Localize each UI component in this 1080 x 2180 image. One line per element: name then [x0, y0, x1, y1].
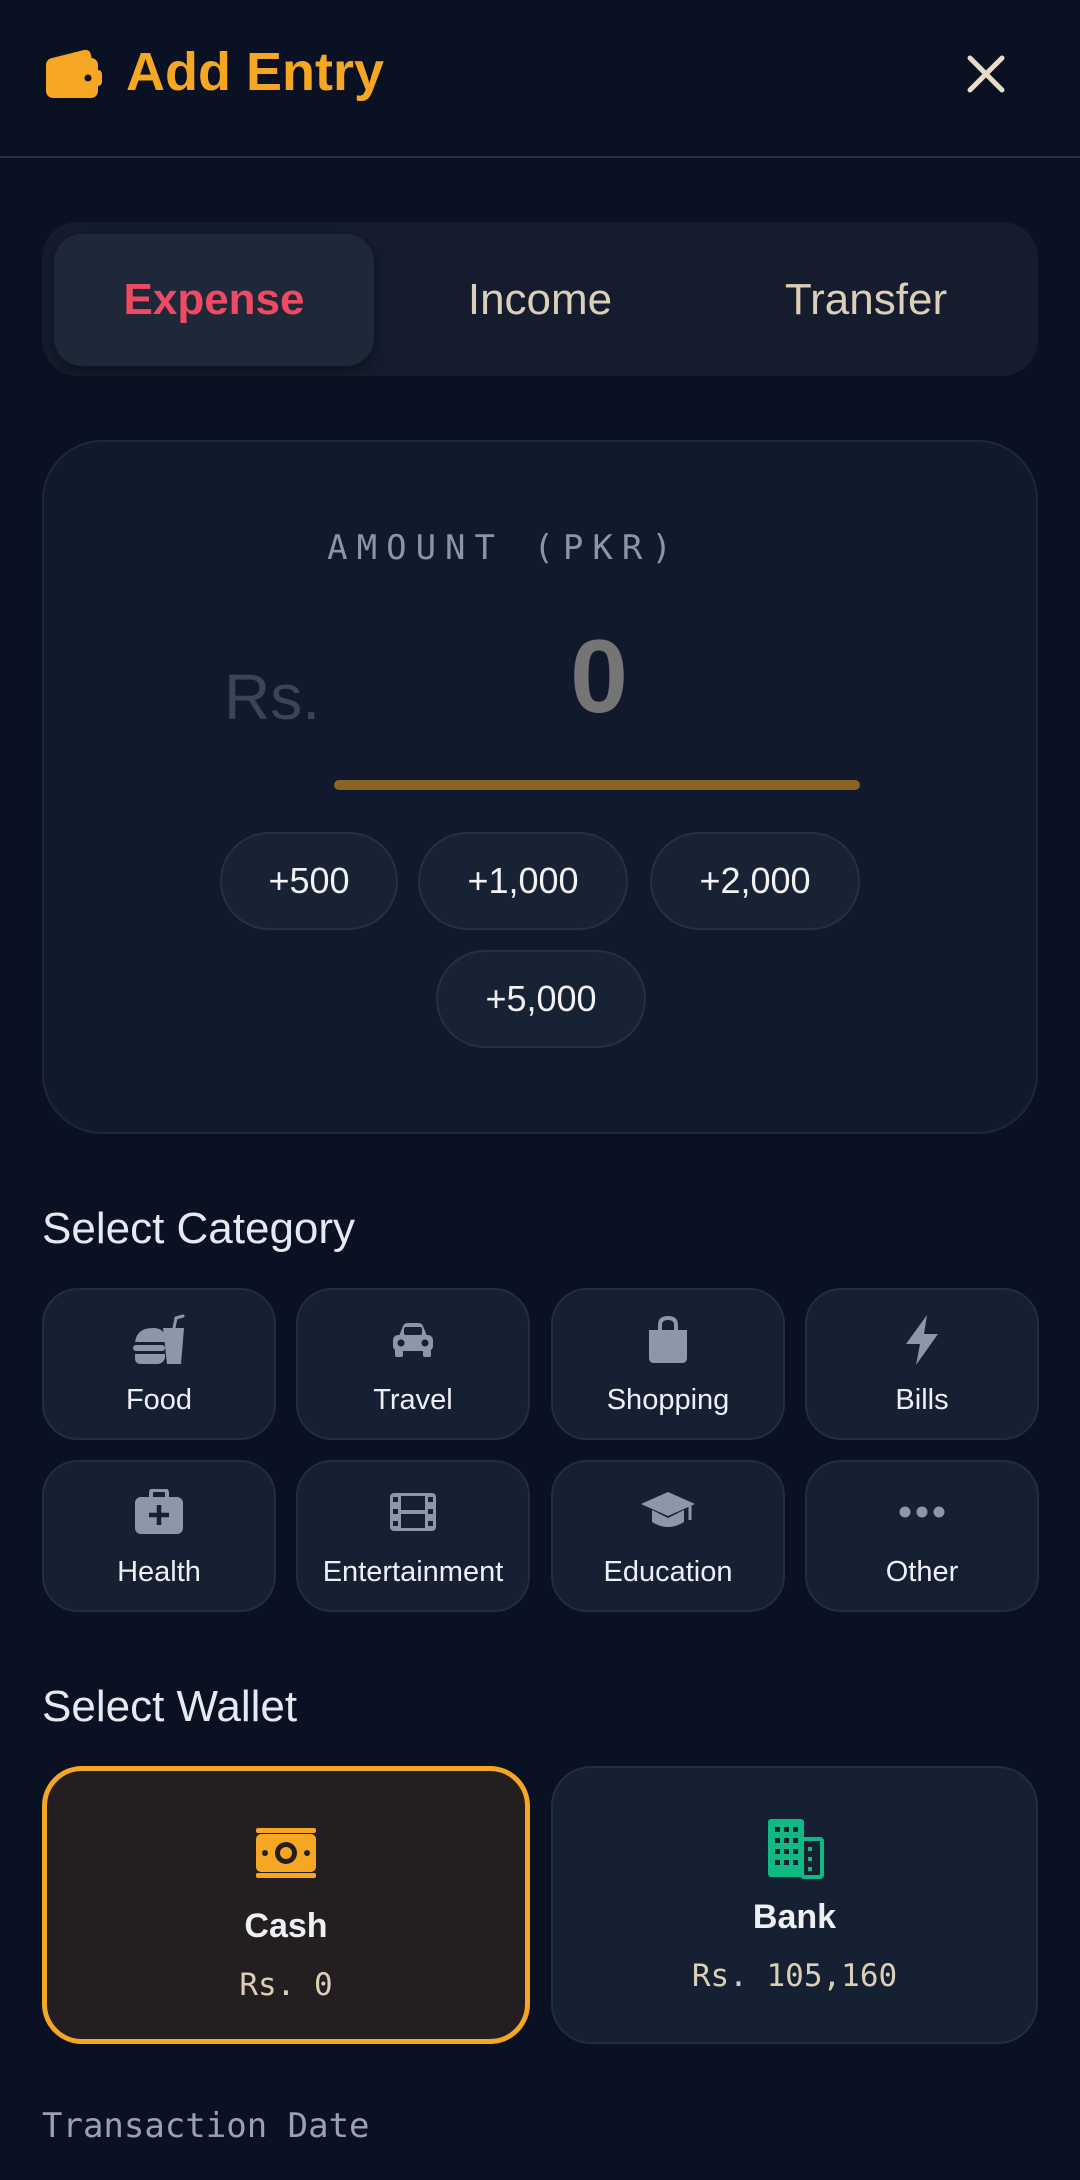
graduation-cap-icon — [553, 1484, 783, 1540]
burger-soda-icon — [44, 1312, 274, 1368]
currency-prefix: Rs. — [224, 661, 320, 733]
category-label: Travel — [373, 1384, 453, 1416]
category-label: Bills — [895, 1384, 949, 1416]
wallet-icon — [44, 48, 102, 100]
category-label: Entertainment — [322, 1556, 504, 1588]
wallet-bank[interactable]: Bank Rs. 105,160 — [551, 1766, 1038, 2044]
category-other[interactable]: Other — [805, 1460, 1039, 1612]
money-bill-icon — [47, 1821, 525, 1885]
category-shopping[interactable]: Shopping — [551, 1288, 785, 1440]
entry-type-tabs: Expense Income Transfer — [42, 222, 1038, 376]
bolt-icon — [807, 1312, 1037, 1368]
category-label: Food — [125, 1384, 193, 1416]
transaction-date-label: Transaction Date — [42, 2106, 370, 2146]
wallet-name: Cash — [244, 1907, 328, 1945]
wallet-section-title: Select Wallet — [42, 1682, 298, 1731]
close-button[interactable] — [950, 38, 1022, 110]
close-icon — [967, 55, 1005, 93]
shopping-bag-icon — [553, 1312, 783, 1368]
car-icon — [298, 1312, 528, 1368]
category-label: Shopping — [606, 1384, 730, 1416]
medical-kit-icon — [44, 1484, 274, 1540]
category-entertainment[interactable]: Entertainment — [296, 1460, 530, 1612]
amount-underline — [334, 780, 860, 790]
header: Add Entry — [0, 0, 1080, 158]
category-bills[interactable]: Bills — [805, 1288, 1039, 1440]
quick-add-2000-button[interactable]: +2,000 — [650, 832, 860, 930]
page-title: Add Entry — [126, 42, 385, 102]
wallet-balance: Rs. 0 — [239, 1967, 333, 2003]
ellipsis-icon — [807, 1484, 1037, 1540]
amount-input[interactable] — [334, 612, 864, 742]
category-label: Other — [885, 1556, 959, 1588]
category-label: Education — [603, 1556, 733, 1588]
tab-income[interactable]: Income — [380, 234, 700, 366]
amount-label: AMOUNT (PKR) — [327, 528, 681, 568]
quick-add-1000-button[interactable]: +1,000 — [418, 832, 628, 930]
category-education[interactable]: Education — [551, 1460, 785, 1612]
film-icon — [298, 1484, 528, 1540]
quick-add-500-button[interactable]: +500 — [220, 832, 398, 930]
tab-expense[interactable]: Expense — [54, 234, 374, 366]
category-travel[interactable]: Travel — [296, 1288, 530, 1440]
wallet-cash[interactable]: Cash Rs. 0 — [42, 1766, 530, 2044]
category-label: Health — [117, 1556, 201, 1588]
wallet-balance: Rs. 105,160 — [691, 1958, 898, 1994]
category-health[interactable]: Health — [42, 1460, 276, 1612]
tab-transfer[interactable]: Transfer — [706, 234, 1026, 366]
category-food[interactable]: Food — [42, 1288, 276, 1440]
category-section-title: Select Category — [42, 1204, 356, 1253]
amount-card: AMOUNT (PKR) Rs. +500 +1,000 +2,000 +5,0… — [42, 440, 1038, 1134]
building-icon — [553, 1816, 1036, 1880]
wallet-name: Bank — [752, 1898, 837, 1936]
quick-add-5000-button[interactable]: +5,000 — [436, 950, 646, 1048]
